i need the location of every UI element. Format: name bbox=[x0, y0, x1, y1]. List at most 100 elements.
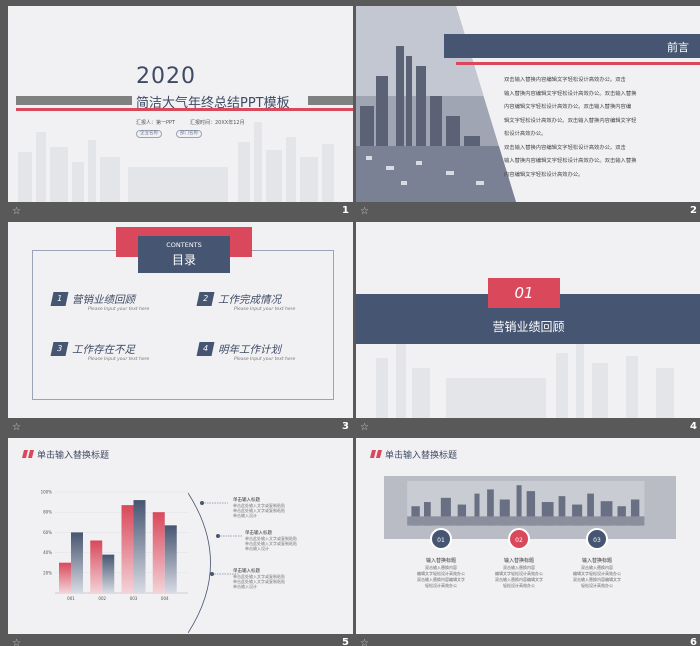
item-label: 工作存在不足 bbox=[72, 344, 135, 356]
slide-canvas: CONTENTS 目录 1 营销业绩回顾 Please Input your t… bbox=[8, 222, 353, 418]
callout-desc-2: 单击此处输入文字或复制粘贴 单击此处输入文字或复制粘贴 单击输入设计 bbox=[245, 536, 297, 551]
report-time-text: 汇报时间：20XX年12月 bbox=[190, 120, 245, 126]
slide-number: 4 bbox=[690, 421, 697, 432]
bar-chart: 20% 40% 60% 80% 100% 001 002 003 004 bbox=[41, 490, 188, 601]
step-desc-1: 双击输入替换内容 编辑文字轻松设计高效办公 双击输入替换内容编辑文字 轻松设计高效办公 bbox=[417, 565, 465, 588]
item-subtitle: Please Input your text here bbox=[234, 357, 296, 362]
preface-line: 输入替换内容编辑文字轻松设计高效办公。双击输入替换 bbox=[504, 90, 637, 97]
preface-line: 双击输入替换内容编辑文字轻松设计高效办公。双击 bbox=[504, 144, 626, 151]
heading-title: 前言 bbox=[667, 41, 689, 54]
y-tick-label: 80% bbox=[43, 510, 52, 515]
step-title-3: 输入替换标题 bbox=[581, 558, 612, 564]
company-name-tag: 企业名称 bbox=[136, 130, 162, 138]
slide-number: 5 bbox=[342, 637, 349, 646]
slide-footer: ☆ 2 bbox=[356, 202, 700, 221]
preface-line: 内容编辑文字轻松设计高效办公。双击输入替换内容编 bbox=[504, 104, 632, 110]
item-number-badge: 3 bbox=[50, 342, 69, 356]
section-number: 01 bbox=[488, 278, 560, 308]
step-circle-1: 01 bbox=[430, 528, 452, 550]
slide-canvas: 单击输入替换标题 20% 40% 60% 80% 100% 001 002 003 004 bbox=[8, 438, 353, 634]
callout-desc-3: 单击此处输入文字或复制粘贴 单击此处输入文字或复制粘贴 单击输入设计 bbox=[233, 574, 285, 589]
city-banner-photo bbox=[384, 476, 676, 539]
slide-canvas: 01 营销业绩回顾 bbox=[356, 222, 700, 418]
bar-002-series-1 bbox=[90, 540, 103, 593]
preface-line: 辑文字轻松设计高效办公。双击输入替换内容编辑文字轻 bbox=[504, 117, 637, 124]
slide-title: 简洁大气年终总结PPT模板 bbox=[136, 96, 290, 111]
star-icon[interactable]: ☆ bbox=[12, 422, 21, 433]
slide-header-title: 单击输入替换标题 bbox=[37, 451, 110, 461]
x-tick-label: 001 bbox=[67, 596, 75, 601]
slide-footer: ☆ 5 bbox=[8, 634, 353, 646]
slide-thumbnail-4[interactable]: 01 营销业绩回顾 ☆ 4 bbox=[356, 222, 700, 437]
bar-003-series-2 bbox=[133, 500, 146, 593]
slide-canvas: 2020 简洁大气年终总结PPT模板 汇报人：第一PPT 汇报时间：20XX年1… bbox=[8, 6, 353, 202]
slide-thumbnail-6[interactable]: 单击输入替换标题 01 02 03 输入替换标题 输入替换标题 输入替换标题 双… bbox=[356, 438, 700, 646]
bar-001-series-1 bbox=[59, 562, 71, 593]
bar-002-series-2 bbox=[102, 554, 115, 593]
slide-canvas: 前言 双击输入替换内容编辑文字轻松设计高效办公。双击 输入替换内容编辑文字轻松设… bbox=[356, 6, 700, 202]
item-subtitle: Please Input your text here bbox=[88, 357, 150, 362]
title-stripes-icon bbox=[22, 450, 34, 458]
item-number-badge: 2 bbox=[196, 292, 215, 306]
slide-number: 2 bbox=[690, 205, 697, 216]
step-desc-3: 双击输入替换内容 编辑文字轻松设计高效办公 双击输入替换内容编辑文字 轻松设计高效办公 bbox=[573, 565, 621, 588]
slide-footer: ☆ 3 bbox=[8, 418, 353, 437]
y-tick-label: 100% bbox=[41, 490, 53, 495]
star-icon[interactable]: ☆ bbox=[12, 638, 21, 646]
item-subtitle: Please Input your text here bbox=[234, 307, 296, 312]
heading-band: 前言 bbox=[444, 34, 700, 58]
y-tick-label: 60% bbox=[43, 530, 52, 535]
preface-text: 双击输入替换内容编辑文字轻松设计高效办公。双击 输入替换内容编辑文字轻松设计高效… bbox=[504, 74, 689, 182]
slide-footer: ☆ 4 bbox=[356, 418, 700, 437]
step-title-2: 输入替换标题 bbox=[503, 558, 534, 564]
reporter-text: 汇报人：第一PPT bbox=[136, 120, 176, 126]
preface-line: 双击输入替换内容编辑文字轻松设计高效办公。双击 bbox=[504, 77, 626, 83]
step-desc-2: 双击输入替换内容 编辑文字轻松设计高效办公 双击输入替换内容编辑文字 轻松设计高效办公 bbox=[495, 565, 543, 588]
step-title-1: 输入替换标题 bbox=[425, 558, 456, 564]
contents-en: CONTENTS bbox=[166, 241, 202, 249]
slide-year: 2020 bbox=[136, 64, 196, 89]
item-number-badge: 4 bbox=[196, 342, 215, 356]
decor-bar-gray-left bbox=[16, 96, 132, 105]
slide-thumbnail-2[interactable]: 前言 双击输入替换内容编辑文字轻松设计高效办公。双击 输入替换内容编辑文字轻松设… bbox=[356, 6, 700, 221]
step-circle-2: 02 bbox=[508, 528, 530, 550]
slide-number: 1 bbox=[342, 205, 349, 216]
x-tick-label: 003 bbox=[130, 596, 138, 601]
x-tick-label: 004 bbox=[161, 596, 169, 601]
decor-bar-gray-right bbox=[308, 96, 353, 105]
item-label: 工作完成情况 bbox=[218, 294, 281, 306]
bar-004-series-2 bbox=[164, 525, 177, 593]
y-tick-label: 40% bbox=[43, 550, 52, 555]
star-icon[interactable]: ☆ bbox=[360, 206, 369, 217]
slide-header-title: 单击输入替换标题 bbox=[385, 451, 458, 461]
bar-001-series-2 bbox=[71, 532, 83, 593]
slide-footer: ☆ 6 bbox=[356, 634, 700, 646]
star-icon[interactable]: ☆ bbox=[12, 206, 21, 217]
preface-line: 松设计高效办公。 bbox=[504, 131, 547, 137]
decor-line-red bbox=[456, 62, 700, 65]
slide-number: 3 bbox=[342, 421, 349, 432]
y-tick-label: 20% bbox=[43, 570, 52, 575]
city-skyline-image bbox=[407, 481, 645, 526]
bar-004-series-1 bbox=[152, 512, 165, 593]
item-label: 营销业绩回顾 bbox=[72, 294, 135, 306]
bar-003-series-1 bbox=[121, 505, 134, 593]
section-title: 营销业绩回顾 bbox=[492, 320, 565, 334]
x-tick-label: 002 bbox=[98, 596, 106, 601]
slide-thumbnail-5[interactable]: 单击输入替换标题 20% 40% 60% 80% 100% 001 002 003 004 bbox=[8, 438, 353, 646]
slide-footer: ☆ 1 bbox=[8, 202, 353, 221]
title-stripes-icon bbox=[370, 450, 382, 458]
callout-desc-1: 单击此处输入文字或复制粘贴 单击此处输入文字或复制粘贴 单击输入设计 bbox=[233, 503, 285, 518]
contents-cn: 目录 bbox=[171, 253, 196, 267]
contents-title-box: CONTENTS 目录 bbox=[138, 236, 230, 273]
star-icon[interactable]: ☆ bbox=[360, 422, 369, 433]
star-icon[interactable]: ☆ bbox=[360, 638, 369, 646]
slide-thumbnail-3[interactable]: CONTENTS 目录 1 营销业绩回顾 Please Input your t… bbox=[8, 222, 353, 437]
item-subtitle: Please Input your text here bbox=[88, 307, 150, 312]
item-number-badge: 1 bbox=[50, 292, 69, 306]
slide-canvas: 单击输入替换标题 01 02 03 输入替换标题 输入替换标题 输入替换标题 双… bbox=[356, 438, 700, 634]
preface-line: 内容编辑文字轻松设计高效办公。 bbox=[504, 171, 584, 178]
city-skyline-background bbox=[18, 122, 334, 202]
slide-thumbnail-1[interactable]: 2020 简洁大气年终总结PPT模板 汇报人：第一PPT 汇报时间：20XX年1… bbox=[8, 6, 353, 221]
preface-line: 输入替换内容编辑文字轻松设计高效办公。双击输入替换 bbox=[504, 158, 637, 164]
